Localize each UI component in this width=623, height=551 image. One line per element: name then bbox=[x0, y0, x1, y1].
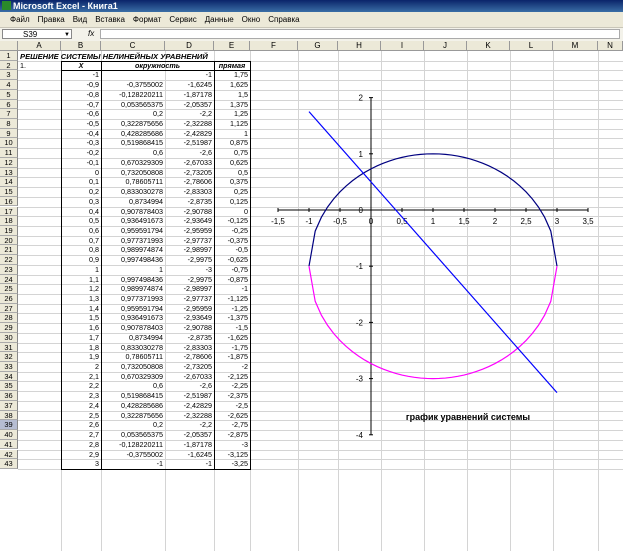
y-tick-label: -3 bbox=[356, 375, 364, 384]
y-tick-label: -4 bbox=[356, 431, 364, 440]
chart[interactable]: -1,5 -1 -0,5 0 0,5 1 1,5 2 2,5 3 3,5210-1-2-3-4гра… bbox=[0, 0, 623, 551]
x-tick-label: -1 bbox=[305, 217, 313, 226]
x-tick-label: 2,5 bbox=[520, 217, 532, 226]
x-tick-label: 1 bbox=[431, 217, 436, 226]
x-tick-label: -1,5 bbox=[271, 217, 285, 226]
y-tick-label: 1 bbox=[359, 150, 364, 159]
x-tick-label: -0,5 bbox=[333, 217, 347, 226]
y-tick-label: -1 bbox=[356, 262, 364, 271]
x-tick-label: 0 bbox=[369, 217, 374, 226]
x-tick-label: 3,5 bbox=[582, 217, 594, 226]
y-tick-label: 2 bbox=[359, 94, 364, 103]
x-tick-label: 3 bbox=[555, 217, 560, 226]
chart-title: график уравнений системы bbox=[406, 412, 531, 422]
y-tick-label: 0 bbox=[359, 206, 364, 215]
y-tick-label: -2 bbox=[356, 318, 364, 327]
x-tick-label: 1,5 bbox=[458, 217, 470, 226]
series-circle-lower bbox=[308, 266, 558, 380]
x-tick-label: 2 bbox=[493, 217, 498, 226]
